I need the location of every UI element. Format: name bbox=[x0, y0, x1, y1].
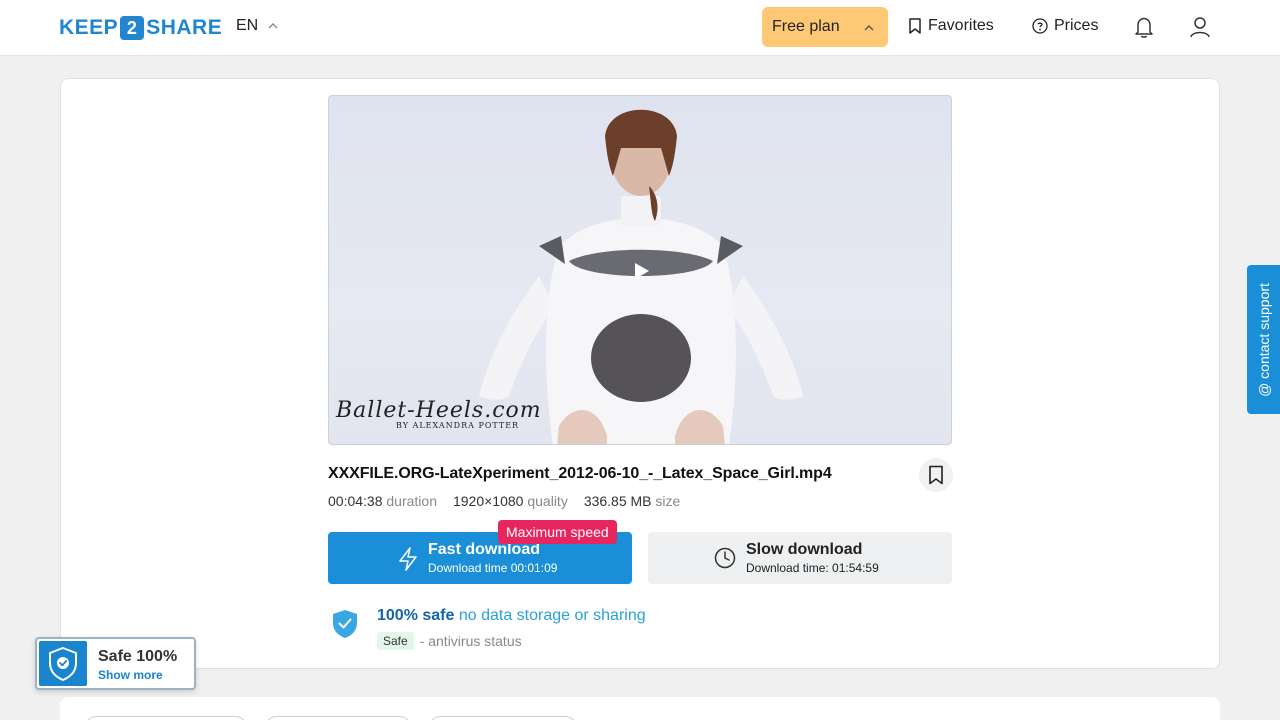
file-meta: 00:04:38 duration 1920×1080 quality 336.… bbox=[328, 493, 680, 509]
add-favorite-button[interactable] bbox=[919, 458, 953, 492]
maximum-speed-badge: Maximum speed bbox=[498, 520, 617, 544]
language-label: EN bbox=[236, 17, 259, 34]
shield-box bbox=[39, 641, 87, 686]
play-icon[interactable] bbox=[634, 262, 650, 280]
duration-label: duration bbox=[386, 493, 437, 509]
favorites-link[interactable]: Favorites bbox=[908, 17, 994, 35]
meta-size: 336.85 MB size bbox=[584, 493, 681, 509]
plan-label: Free plan bbox=[772, 18, 840, 35]
language-selector[interactable]: EN bbox=[236, 17, 278, 35]
bookmark-icon bbox=[909, 18, 921, 34]
safety-statement: 100% safe no data storage or sharing bbox=[377, 607, 646, 625]
shield-check-icon bbox=[333, 610, 357, 638]
lightning-icon bbox=[399, 547, 417, 571]
contact-support-tab[interactable]: @ contact support bbox=[1247, 265, 1280, 414]
size-value: 336.85 MB bbox=[583, 493, 652, 509]
quality-value: 1920×1080 bbox=[452, 493, 524, 509]
logo-text-right: SHARE bbox=[146, 16, 223, 39]
tab-pill[interactable] bbox=[428, 716, 578, 720]
safety-strong: 100% safe bbox=[377, 607, 455, 624]
top-header: KEEP 2 SHARE EN Free plan Favorites Pric… bbox=[0, 0, 1280, 56]
watermark-brand: Ballet-Heels.com bbox=[336, 398, 542, 423]
size-label: size bbox=[655, 493, 681, 509]
bell-icon[interactable] bbox=[1133, 15, 1155, 39]
slow-download-button[interactable]: Slow download Download time: 01:54:59 bbox=[648, 532, 952, 584]
meta-quality: 1920×1080 quality bbox=[453, 493, 568, 509]
safe-tag: Safe bbox=[377, 632, 414, 650]
quality-label: quality bbox=[527, 493, 568, 509]
slow-download-title: Slow download bbox=[746, 541, 863, 558]
duration-value: 00:04:38 bbox=[328, 493, 383, 509]
safe-100-badge[interactable]: Safe 100% Show more bbox=[35, 637, 196, 690]
tab-pill[interactable] bbox=[264, 716, 412, 720]
clock-icon bbox=[714, 547, 736, 569]
file-name: XXXFILE.ORG-LateXperiment_2012-06-10_-_L… bbox=[328, 465, 832, 482]
free-plan-button[interactable]: Free plan bbox=[762, 7, 888, 47]
safety-light: no data storage or sharing bbox=[458, 607, 646, 624]
site-logo[interactable]: KEEP 2 SHARE bbox=[59, 15, 222, 41]
chevron-up-icon bbox=[268, 23, 278, 29]
prices-link[interactable]: Prices bbox=[1032, 17, 1098, 35]
prices-label: Prices bbox=[1054, 17, 1099, 34]
slow-download-time: Download time: 01:54:59 bbox=[746, 561, 879, 575]
video-watermark: Ballet-Heels.com BY ALEXANDRA POTTER bbox=[336, 398, 542, 430]
help-circle-icon bbox=[1032, 18, 1048, 34]
chevron-up-icon bbox=[864, 25, 874, 31]
fast-download-time: Download time 00:01:09 bbox=[428, 561, 558, 575]
show-more-link[interactable]: Show more bbox=[98, 668, 163, 682]
contact-support-label: @ contact support bbox=[1255, 282, 1272, 397]
tab-pill[interactable] bbox=[84, 716, 248, 720]
logo-text-mid: 2 bbox=[120, 16, 145, 40]
meta-duration: 00:04:38 duration bbox=[328, 493, 437, 509]
logo-text-left: KEEP bbox=[59, 16, 119, 39]
safe-badge-title: Safe 100% bbox=[98, 648, 178, 665]
bookmark-icon bbox=[929, 465, 943, 485]
user-icon[interactable] bbox=[1189, 15, 1211, 39]
antivirus-status: Safe - antivirus status bbox=[377, 632, 522, 650]
antivirus-label: - antivirus status bbox=[419, 633, 522, 649]
favorites-label: Favorites bbox=[928, 17, 994, 34]
shield-check-icon bbox=[49, 646, 77, 681]
